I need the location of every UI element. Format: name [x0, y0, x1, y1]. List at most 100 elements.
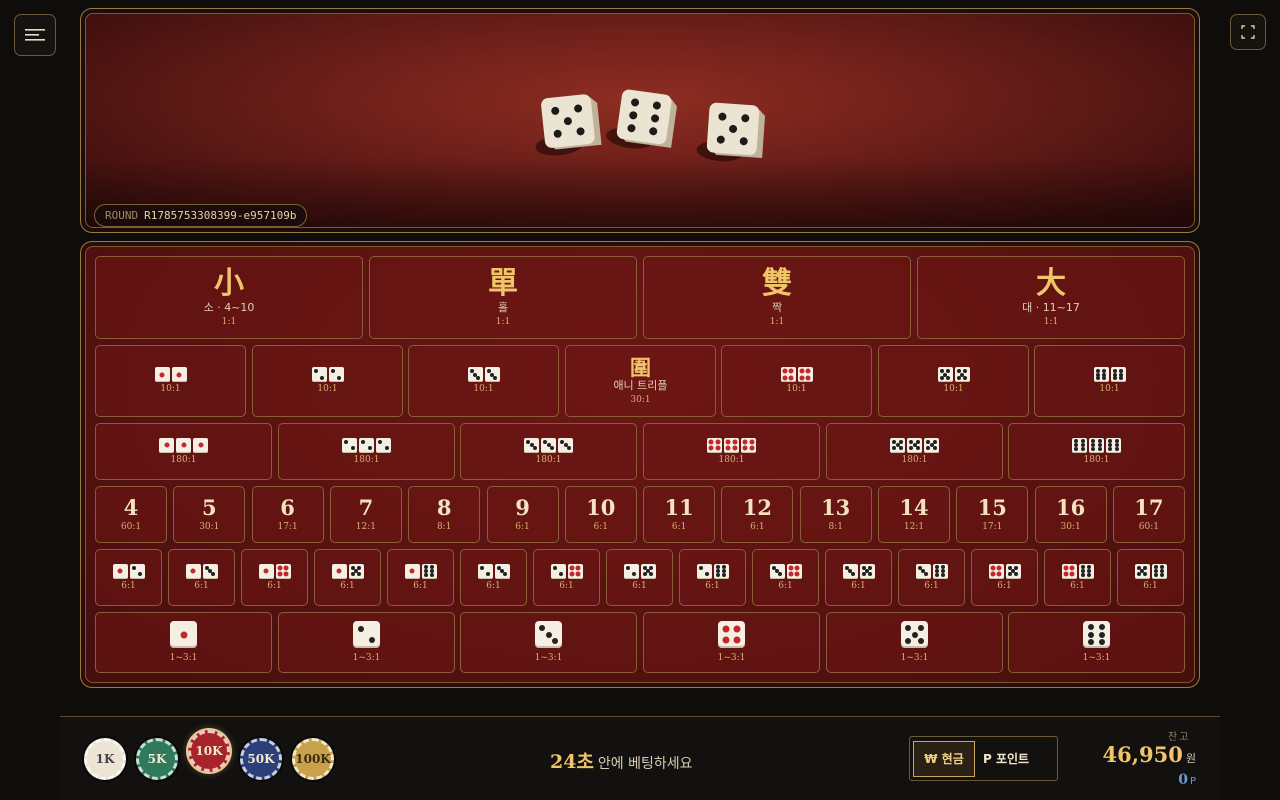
bet-triple-4[interactable]: 180:1	[643, 423, 820, 480]
bet-combo-3-5[interactable]: 6:1	[825, 549, 892, 606]
bet-triple-5[interactable]: 180:1	[826, 423, 1003, 480]
dice-triple	[890, 437, 939, 453]
bet-total-17[interactable]: 17 60:1	[1112, 486, 1185, 543]
bet-double-4[interactable]: 10:1	[721, 345, 872, 417]
bet-combo-2-5[interactable]: 6:1	[606, 549, 673, 606]
bet-bigsmall-2[interactable]: 雙 짝 1:1	[643, 256, 911, 339]
chip-1k[interactable]: 1K	[84, 738, 126, 780]
chip-100k[interactable]: 100K	[292, 738, 334, 780]
bet-single-4[interactable]: 1~3:1	[643, 612, 820, 673]
bet-combo-5-6[interactable]: 6:1	[1117, 549, 1184, 606]
bet-triple-1[interactable]: 180:1	[95, 423, 272, 480]
total-number: 17	[1134, 495, 1164, 520]
die-face-6-icon	[1093, 367, 1109, 382]
bet-combo-3-4[interactable]: 6:1	[752, 549, 819, 606]
dice-pair	[467, 367, 500, 382]
chip-10k[interactable]: 10K	[188, 730, 230, 772]
bet-odds: 60:1	[1138, 522, 1159, 532]
bet-bigsmall-0[interactable]: 小소 · 4~10 1:1	[95, 256, 363, 339]
bet-combo-1-4[interactable]: 6:1	[241, 549, 308, 606]
bet-single-5[interactable]: 1~3:1	[826, 612, 1003, 673]
bet-double-1[interactable]: 10:1	[95, 345, 246, 417]
bet-triple-2[interactable]: 180:1	[278, 423, 455, 480]
die-face-3-icon	[558, 437, 573, 453]
bet-bigsmall-3[interactable]: 大대 · 11~17 1:1	[917, 256, 1185, 339]
bet-total-4[interactable]: 4 60:1	[95, 486, 167, 543]
balance-unit: 원	[1185, 752, 1196, 765]
dice-table-felt: ROUND R1785753308399-e957109b	[85, 13, 1195, 228]
dice-triple	[159, 437, 208, 453]
die-face-5-icon	[859, 563, 875, 579]
dice-pair	[1093, 367, 1126, 382]
total-number: 14	[899, 495, 929, 520]
bet-symbol: 圍	[630, 355, 651, 380]
die-face-6-icon	[713, 563, 729, 579]
bet-total-5[interactable]: 5 30:1	[173, 486, 246, 543]
fullscreen-button[interactable]	[1230, 14, 1266, 50]
bet-triple-6[interactable]: 180:1	[1008, 423, 1185, 480]
menu-button[interactable]	[14, 14, 56, 56]
bet-combo-2-3[interactable]: 6:1	[460, 549, 527, 606]
bet-odds: 1~3:1	[169, 653, 198, 663]
bet-odds: 6:1	[121, 580, 136, 591]
bet-combo-1-2[interactable]: 6:1	[95, 549, 162, 606]
bet-total-9[interactable]: 9 6:1	[486, 486, 559, 543]
bet-odds: 1~3:1	[534, 653, 563, 663]
bet-combo-4-6[interactable]: 6:1	[1044, 549, 1111, 606]
dice-triple	[524, 437, 573, 453]
bet-combo-2-4[interactable]: 6:1	[533, 549, 600, 606]
die-face-2-icon	[359, 437, 374, 453]
bet-total-12[interactable]: 12 6:1	[721, 486, 794, 543]
bet-combo-1-3[interactable]: 6:1	[168, 549, 235, 606]
points-mode-button[interactable]: P 포인트	[977, 741, 1035, 777]
die-face-1-icon	[112, 563, 128, 579]
total-number: 4	[123, 495, 139, 520]
bet-total-11[interactable]: 11 6:1	[643, 486, 716, 543]
die-face-1-icon	[159, 437, 174, 453]
bet-total-10[interactable]: 10 6:1	[564, 486, 637, 543]
bet-double-6[interactable]: 10:1	[1034, 345, 1185, 417]
bet-double-5[interactable]: 10:1	[878, 345, 1029, 417]
fullscreen-icon	[1241, 25, 1255, 39]
bet-any-triple[interactable]: 圍 애니 트리플 30:1	[565, 345, 716, 417]
bet-single-1[interactable]: 1~3:1	[95, 612, 272, 673]
bet-combo-3-6[interactable]: 6:1	[898, 549, 965, 606]
bet-double-2[interactable]: 10:1	[252, 345, 403, 417]
bet-combo-2-6[interactable]: 6:1	[679, 549, 746, 606]
die-face-2-icon	[342, 437, 357, 453]
total-number: 12	[742, 495, 772, 520]
cash-mode-button[interactable]: ₩ 현금	[913, 740, 975, 777]
bet-description: 소 · 4~10	[203, 301, 255, 314]
bet-total-8[interactable]: 8 8:1	[408, 486, 481, 543]
bet-total-14[interactable]: 14 12:1	[878, 486, 950, 543]
bet-total-6[interactable]: 6 17:1	[251, 486, 324, 543]
bet-triple-3[interactable]: 180:1	[460, 423, 637, 480]
die-face-4-icon	[797, 367, 813, 382]
dice-pair	[550, 563, 583, 579]
bet-bigsmall-1[interactable]: 單 홀 1:1	[369, 256, 637, 339]
bet-combo-1-6[interactable]: 6:1	[387, 549, 454, 606]
chip-5k[interactable]: 5K	[136, 738, 178, 780]
balance-value: 46,950 원	[1103, 742, 1197, 767]
bet-odds: 1~3:1	[900, 653, 929, 663]
die-face-6-icon	[932, 563, 948, 579]
bet-total-15[interactable]: 15 17:1	[956, 486, 1029, 543]
bet-combo-4-5[interactable]: 6:1	[971, 549, 1038, 606]
bet-total-7[interactable]: 7 12:1	[329, 486, 402, 543]
die-face-1-icon	[404, 563, 420, 579]
bet-symbol: 大	[1036, 266, 1066, 301]
die-face-6-icon	[1078, 563, 1094, 579]
die-face-6-icon	[1110, 367, 1126, 382]
chip-50k[interactable]: 50K	[240, 738, 282, 780]
bet-single-2[interactable]: 1~3:1	[278, 612, 455, 673]
bet-double-3[interactable]: 10:1	[408, 345, 559, 417]
bet-single-3[interactable]: 1~3:1	[460, 612, 637, 673]
die-face-4-icon	[567, 563, 583, 579]
bet-total-13[interactable]: 13 8:1	[799, 486, 872, 543]
dice-pair	[258, 563, 291, 579]
bet-single-6[interactable]: 1~3:1	[1008, 612, 1185, 673]
die-face-2-icon	[129, 563, 145, 579]
die-face-4-icon	[786, 563, 802, 579]
bet-combo-1-5[interactable]: 6:1	[314, 549, 381, 606]
bet-total-16[interactable]: 16 30:1	[1034, 486, 1107, 543]
